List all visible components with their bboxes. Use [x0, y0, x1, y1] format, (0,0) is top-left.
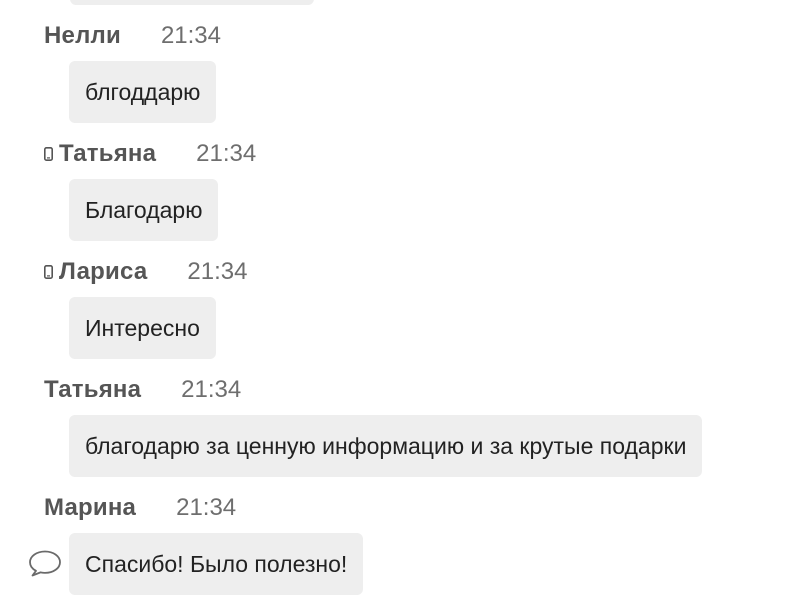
- message-text: Интересно: [85, 314, 200, 341]
- message-author[interactable]: Марина: [44, 494, 136, 522]
- message-author[interactable]: Татьяна: [44, 376, 141, 404]
- message-author[interactable]: Лариса: [59, 258, 147, 286]
- message-header: Нелли 21:34: [44, 21, 221, 51]
- message-time: 21:34: [176, 494, 237, 521]
- message-bubble: Благодарю: [69, 179, 219, 241]
- message-bubble: Спасибо! Было полезно!: [69, 533, 364, 595]
- message-text: блгоддарю: [85, 78, 201, 105]
- message-header: Татьяна 21:34: [44, 139, 256, 169]
- message-text: Благодарю: [85, 196, 203, 223]
- message-text: Спасибо! Было полезно!: [85, 550, 348, 577]
- message-time: 21:34: [160, 22, 221, 49]
- message-bubble: благодарю за ценную информацию и за крут…: [69, 415, 703, 477]
- message-author[interactable]: Татьяна: [59, 140, 156, 168]
- message-header: Татьяна 21:34: [44, 375, 241, 405]
- message-header: Лариса 21:34: [44, 257, 247, 287]
- previous-message-bubble: [70, 0, 314, 5]
- message-header: Марина 21:34: [44, 493, 236, 523]
- mobile-phone-icon: [44, 265, 53, 279]
- message-text: благодарю за ценную информацию и за крут…: [85, 432, 687, 459]
- message-bubble: Интересно: [69, 297, 216, 359]
- message-time: 21:34: [187, 258, 248, 285]
- mobile-phone-icon: [44, 147, 53, 161]
- message-time: 21:34: [181, 376, 242, 403]
- message-bubble: блгоддарю: [69, 61, 217, 123]
- speech-bubble-icon[interactable]: [27, 549, 63, 577]
- message-author[interactable]: Нелли: [44, 22, 121, 50]
- message-time: 21:34: [196, 140, 257, 167]
